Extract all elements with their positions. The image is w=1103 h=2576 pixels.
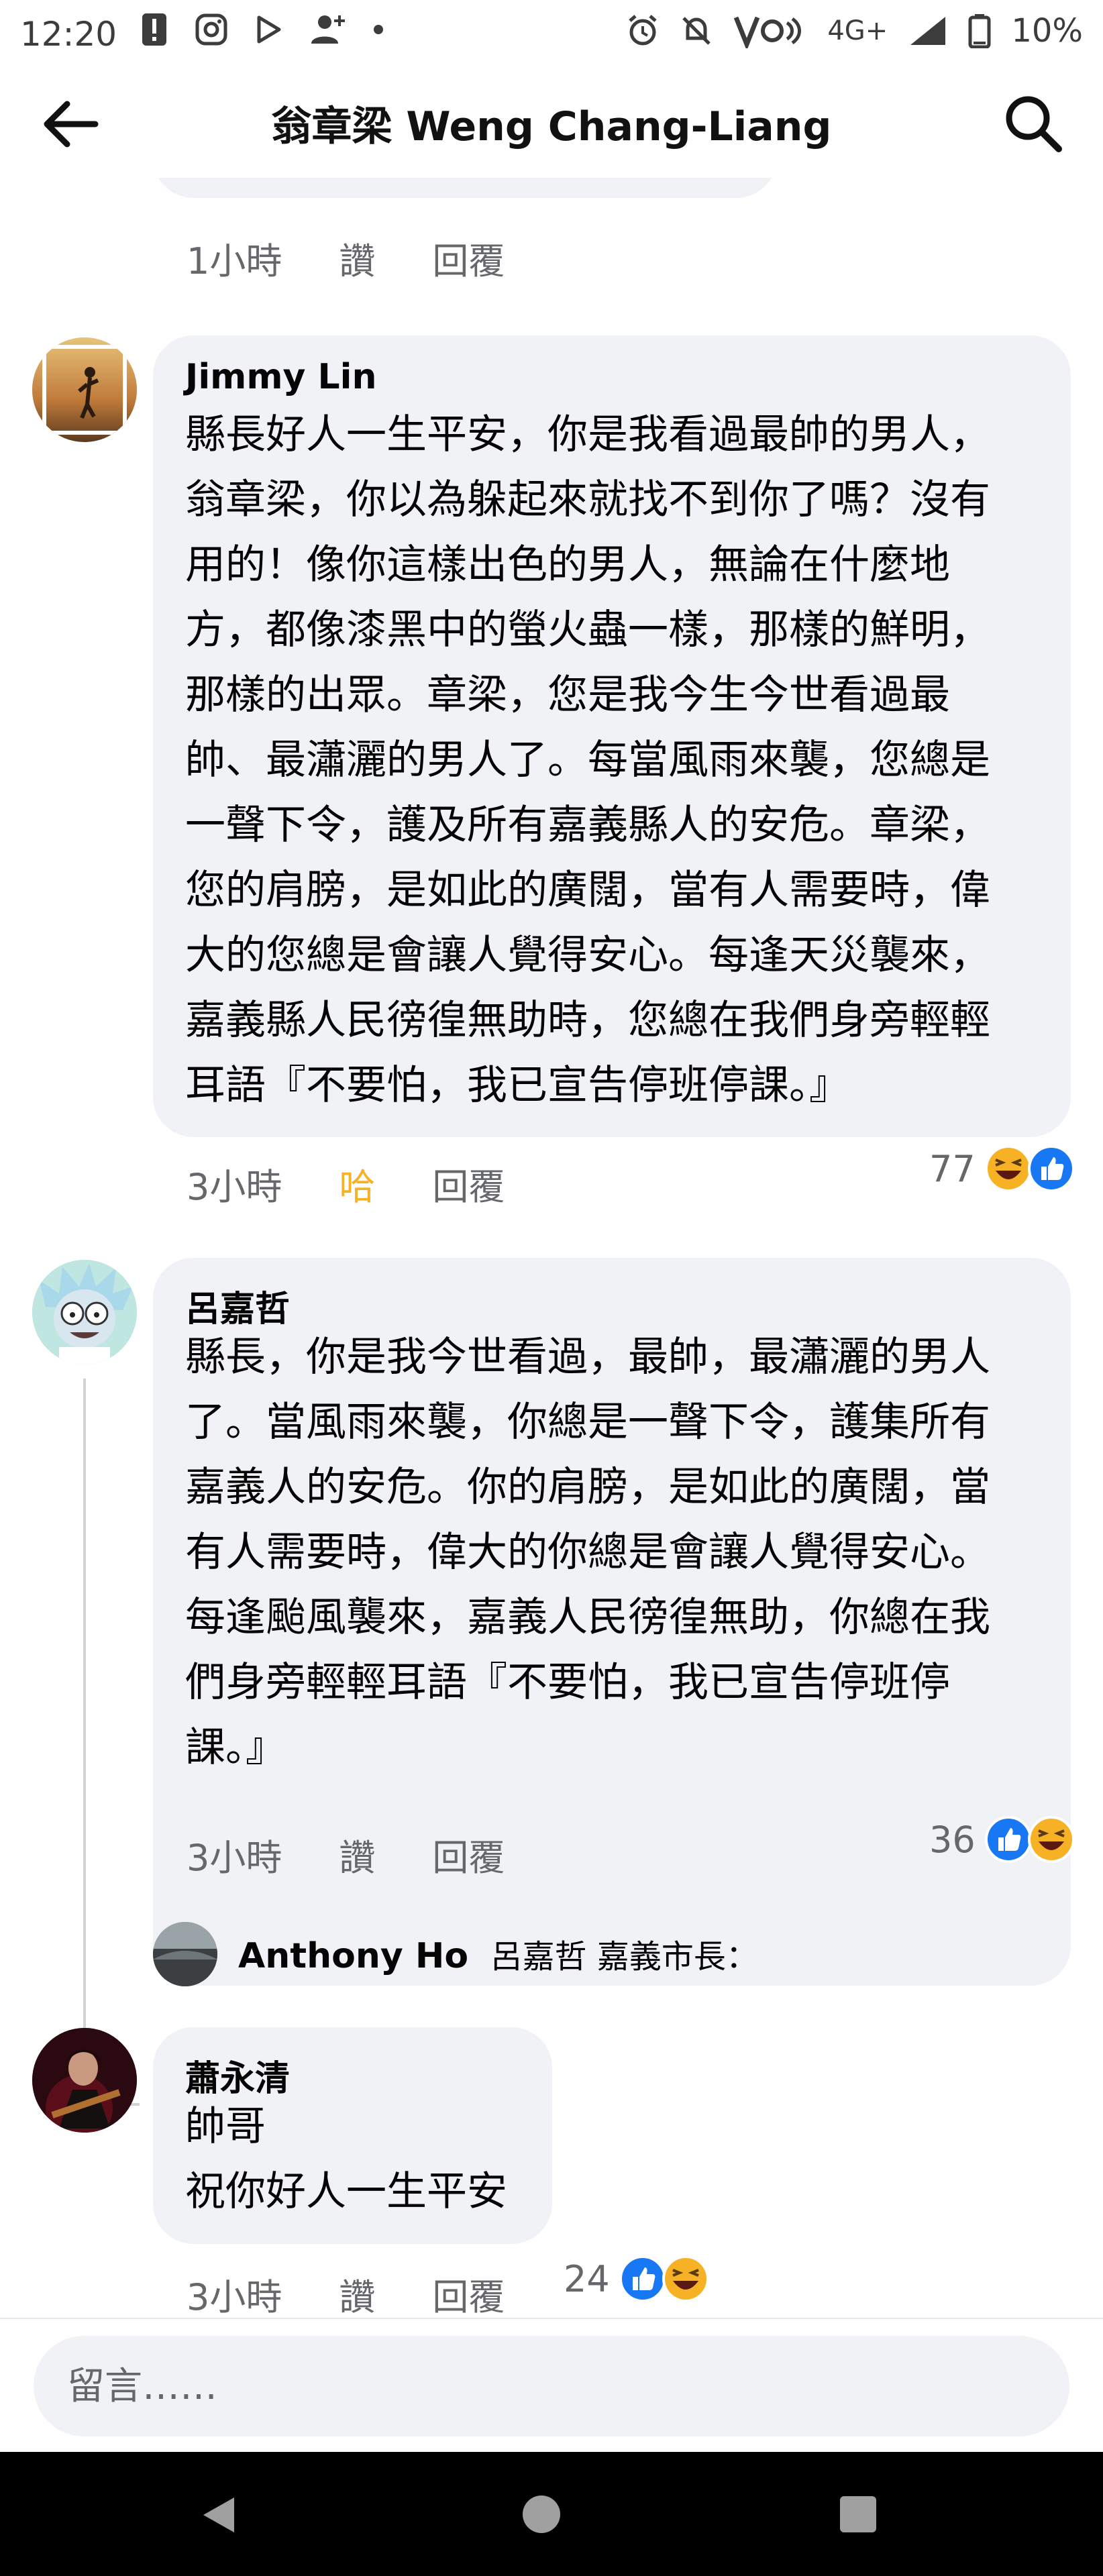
mute-icon bbox=[682, 17, 711, 45]
thread-line bbox=[83, 1379, 140, 1459]
reply-link[interactable]: 回覆 bbox=[432, 1157, 505, 1210]
reply-text: 呂嘉哲 嘉義市長： bbox=[490, 1938, 758, 1976]
reply-link[interactable]: 回覆 bbox=[432, 231, 505, 284]
alarm-icon bbox=[629, 15, 657, 46]
avatar[interactable] bbox=[32, 337, 137, 442]
navigation-bar bbox=[0, 2452, 1103, 2576]
avatar[interactable] bbox=[32, 1260, 137, 1364]
like-link[interactable]: 讚 bbox=[339, 2267, 375, 2318]
page-title: 翁章梁 Weng Chang-Liang bbox=[271, 103, 832, 150]
haha-icon bbox=[662, 2255, 709, 2302]
reaction-count: 77 bbox=[929, 1147, 976, 1190]
like-icon bbox=[1027, 1145, 1075, 1192]
instagram-icon bbox=[195, 13, 227, 46]
comment-text: 謝謝縣長 幫幫 bbox=[187, 178, 441, 189]
comment-composer bbox=[0, 2318, 1103, 2453]
haha-icon bbox=[1027, 1816, 1075, 1863]
status-notification-icons bbox=[141, 12, 384, 47]
like-icon bbox=[619, 2255, 666, 2302]
reply-preview[interactable]: Anthony Ho 呂嘉哲 嘉義市長： bbox=[238, 1930, 758, 1977]
reply-link[interactable]: 回覆 bbox=[432, 1828, 505, 1881]
comment-time: 3小時 bbox=[187, 1837, 282, 1879]
comment-time: 3小時 bbox=[187, 2276, 282, 2318]
like-link[interactable]: 讚 bbox=[339, 1828, 375, 1881]
reaction-count: 36 bbox=[929, 1818, 976, 1861]
comment-author[interactable]: Jimmy Lin bbox=[185, 357, 377, 397]
status-bar: 12:20 4G+ 10% bbox=[0, 0, 1103, 67]
comment-actions: 3小時 讚 回覆 bbox=[187, 1828, 505, 1881]
battery-percentage: 10% bbox=[1011, 12, 1083, 50]
comment-bubble: Jimmy Lin 縣長好人一生平安，你是我看過最帥的男人， 翁章梁，你以為躲起… bbox=[153, 335, 1071, 1137]
like-icon bbox=[984, 1816, 1032, 1863]
reaction-summary[interactable]: 24 bbox=[564, 2254, 711, 2304]
avatar-image bbox=[32, 337, 137, 442]
status-time: 12:20 bbox=[20, 15, 117, 54]
comment-bubble-previous: 謝謝縣長 幫幫 bbox=[153, 178, 777, 198]
comment-text: 帥哥 祝你好人一生平安 bbox=[185, 2103, 507, 2215]
thread-line bbox=[83, 1459, 140, 2106]
battery-icon bbox=[968, 14, 991, 48]
reply-link[interactable]: 回覆 bbox=[432, 2267, 505, 2318]
avatar[interactable] bbox=[32, 2028, 137, 2133]
comment-time: 3小時 bbox=[187, 1166, 282, 1208]
haha-reaction-link[interactable]: 哈 bbox=[339, 1157, 375, 1210]
comment-actions-previous: 1小時 讚 回覆 bbox=[187, 231, 505, 284]
search-icon bbox=[1006, 96, 1062, 152]
reaction-summary[interactable]: 77 bbox=[929, 1144, 1076, 1193]
comments-list: 謝謝縣長 幫幫 1小時 讚 回覆 Jimmy Lin 縣長好人一生平安，你是我看… bbox=[0, 178, 1103, 2318]
page: 12:20 4G+ 10% 翁章梁 Weng Chang-Liang 1小時 讚… bbox=[0, 0, 1103, 2576]
status-system-icons: 4G+ 10% bbox=[626, 12, 1083, 50]
comment-input[interactable] bbox=[34, 2336, 1069, 2436]
dot-icon bbox=[374, 25, 383, 34]
recents-nav-icon[interactable] bbox=[837, 2493, 879, 2535]
reply-avatar[interactable] bbox=[153, 1922, 217, 1986]
comment-actions: 3小時 讚 回覆 bbox=[187, 2267, 505, 2318]
like-link[interactable]: 讚 bbox=[339, 231, 375, 284]
reaction-summary[interactable]: 36 bbox=[929, 1815, 1076, 1864]
search-button[interactable] bbox=[1002, 93, 1063, 153]
signal-icon bbox=[910, 17, 946, 45]
comment-text: 縣長，你是我今世看過，最帥，最瀟灑的男人 了。當風雨來襲，你總是一聲下令，護集所… bbox=[185, 1334, 990, 1771]
comment-time: 1小時 bbox=[187, 240, 282, 282]
reply-author[interactable]: Anthony Ho bbox=[238, 1936, 468, 1976]
avatar-image bbox=[153, 1922, 217, 1986]
comment-bubble: 蕭永清 帥哥 祝你好人一生平安 bbox=[153, 2027, 552, 2244]
alert-icon bbox=[142, 13, 166, 46]
person-add-icon bbox=[311, 15, 345, 44]
volte-icon bbox=[734, 16, 802, 48]
comment-author[interactable]: 蕭永清 bbox=[185, 2050, 290, 2100]
comment-author[interactable]: 呂嘉哲 bbox=[185, 1281, 290, 1331]
haha-icon bbox=[984, 1145, 1032, 1192]
comment-text: 縣長好人一生平安，你是我看過最帥的男人， 翁章梁，你以為躲起來就找不到你了嗎？沒… bbox=[185, 411, 990, 1109]
avatar-image bbox=[32, 1260, 137, 1364]
back-nav-icon[interactable] bbox=[198, 2493, 241, 2536]
network-type: 4G+ bbox=[827, 15, 888, 46]
avatar-image bbox=[32, 2028, 137, 2133]
play-icon bbox=[257, 15, 281, 44]
comment-actions: 3小時 哈 回覆 bbox=[187, 1157, 505, 1210]
reaction-count: 24 bbox=[564, 2257, 610, 2300]
header: 翁章梁 Weng Chang-Liang bbox=[0, 67, 1103, 178]
home-nav-icon[interactable] bbox=[521, 2493, 562, 2535]
